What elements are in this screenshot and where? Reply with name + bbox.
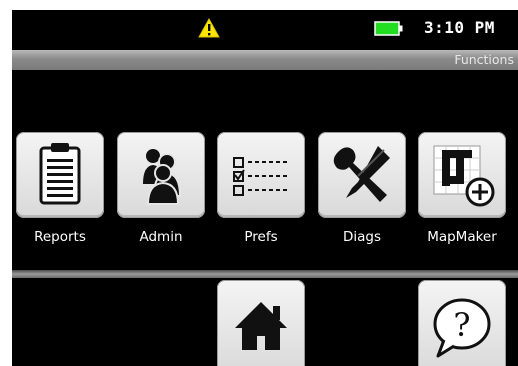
- prefs-label: Prefs: [244, 229, 278, 245]
- status-bar: 3:10 PM: [12, 10, 518, 46]
- tools-icon: [333, 146, 390, 202]
- admin-button[interactable]: [117, 132, 205, 218]
- reports-button[interactable]: [16, 132, 104, 218]
- home-button[interactable]: [217, 280, 305, 366]
- clipboard-icon: [39, 143, 81, 205]
- mapmaker-label: MapMaker: [427, 229, 497, 245]
- svg-text:?: ?: [453, 306, 470, 344]
- home-icon: [235, 302, 287, 350]
- help-icon: ?: [433, 298, 491, 358]
- divider: [12, 270, 518, 278]
- prefs-button[interactable]: [217, 132, 305, 218]
- clock: 3:10 PM: [424, 18, 495, 37]
- page-title: Functions: [454, 52, 514, 67]
- title-bar: Functions: [12, 50, 518, 70]
- users-icon: [143, 149, 182, 205]
- diags-label: Diags: [342, 229, 382, 245]
- battery-icon: [374, 21, 403, 36]
- diags-button[interactable]: [318, 132, 406, 218]
- mapmaker-button[interactable]: [418, 132, 506, 218]
- help-button[interactable]: ?: [418, 280, 506, 366]
- admin-label: Admin: [139, 229, 183, 245]
- checklist-icon: [233, 157, 287, 196]
- reports-label: Reports: [34, 229, 86, 245]
- warning-icon[interactable]: [198, 18, 220, 38]
- map-add-icon: [433, 145, 495, 207]
- device-screen: 3:10 PM Functions Reports Admin Prefs Di…: [12, 10, 518, 366]
